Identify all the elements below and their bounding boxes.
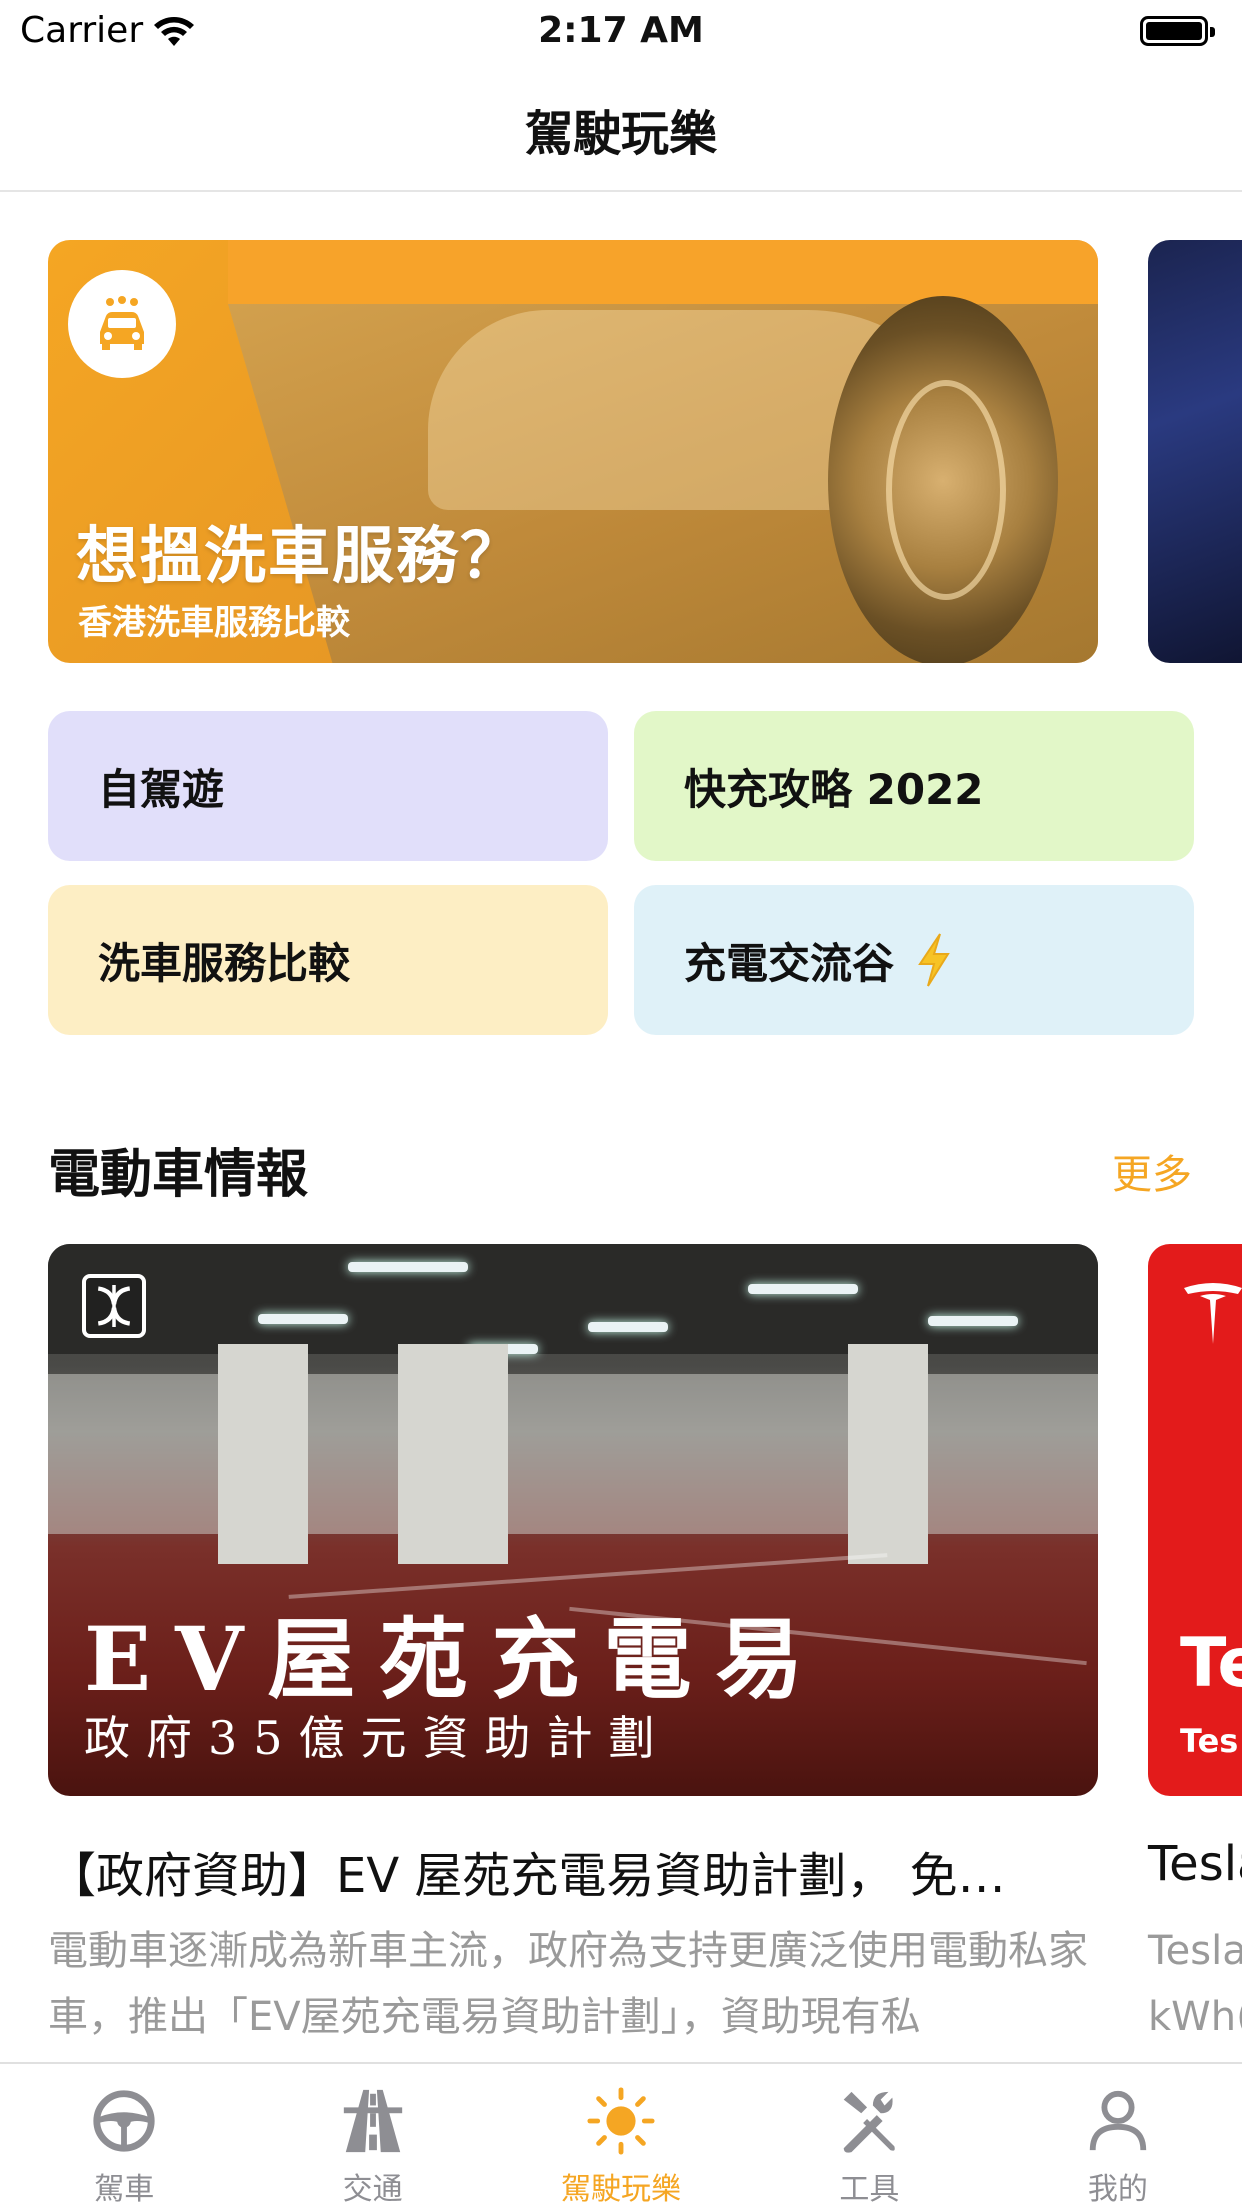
- peek-excerpt-line: Tesla: [1148, 1928, 1242, 1974]
- peek-article-excerpt: Tesla kWh(: [1148, 1918, 1242, 2050]
- carpark-pillar: [848, 1344, 928, 1564]
- section-title-ev-news: 電動車情報: [48, 1145, 309, 1205]
- ceiling-light: [348, 1262, 468, 1272]
- news-image-headline: EV屋苑充電易: [84, 1607, 828, 1711]
- tab-label: 駕駛玩樂: [561, 2172, 682, 2207]
- banner-car-wash[interactable]: 想搵洗車服務？ 香港洗車服務比較: [48, 240, 1098, 663]
- steering-wheel-icon: [93, 2090, 155, 2152]
- carpark-ceiling: [48, 1244, 1098, 1354]
- news-card-image[interactable]: EV屋苑充電易 政府35億元資助計劃: [48, 1244, 1098, 1796]
- government-logo-icon: [82, 1274, 146, 1338]
- navigation-bar: 駕駛玩樂: [0, 64, 1242, 192]
- person-icon: [1089, 2090, 1147, 2151]
- banner-top-strip: [228, 240, 1098, 304]
- banner-headline: 想搵洗車服務？: [76, 519, 525, 592]
- article-excerpt: 電動車逐漸成為新車主流，政府為支持更廣泛使用電動私家車，推出「EV屋苑充電易資助…: [48, 1928, 1088, 2040]
- banner-next-peek[interactable]: [1148, 240, 1242, 663]
- quick-link-fast-charging[interactable]: 快充攻略 2022: [634, 711, 1194, 861]
- ceiling-light: [588, 1322, 668, 1332]
- lightning-icon: [918, 933, 950, 987]
- more-link[interactable]: 更多: [1112, 1142, 1192, 1200]
- status-bar: Carrier 2:17 AM: [0, 0, 1242, 64]
- page-title: 駕駛玩樂: [524, 106, 717, 162]
- news-peek-subline: Tes: [1180, 1722, 1239, 1760]
- tools-icon: [844, 2091, 896, 2153]
- carpark-pillar: [398, 1344, 508, 1564]
- tab-leisure[interactable]: 駕駛玩樂: [497, 2064, 745, 2208]
- tab-traffic[interactable]: 交通: [248, 2064, 496, 2208]
- ceiling-light: [928, 1316, 1018, 1326]
- quick-link-label: 充電交流谷: [684, 938, 895, 988]
- quick-link-car-wash[interactable]: 洗車服務比較: [48, 885, 608, 1035]
- tab-label: 交通: [342, 2172, 403, 2207]
- article-title[interactable]: 【政府資助】EV 屋苑充電易資助計劃， 免…: [48, 1836, 1098, 1906]
- car-wash-badge: [68, 270, 176, 378]
- tab-drive[interactable]: 駕車: [0, 2064, 248, 2208]
- peek-article-title[interactable]: Tesla: [1148, 1836, 1242, 1892]
- tab-profile[interactable]: 我的: [994, 2064, 1242, 2208]
- tab-bar: 駕車 交通 駕駛玩樂 工具 我的: [0, 2062, 1242, 2208]
- peek-excerpt-line: kWh(: [1148, 1994, 1242, 2040]
- tab-label: 我的: [1087, 2172, 1148, 2207]
- banner-subline: 香港洗車服務比較: [78, 603, 350, 643]
- battery-icon: [1140, 16, 1215, 46]
- clock: 2:17 AM: [538, 10, 704, 51]
- news-card-next-peek[interactable]: Te Tes: [1148, 1244, 1242, 1796]
- news-peek-headline: Te: [1180, 1624, 1242, 1703]
- carpark-pillar: [218, 1344, 308, 1564]
- sun-icon: [587, 2087, 655, 2155]
- tab-tools[interactable]: 工具: [745, 2064, 993, 2208]
- ceiling-light: [258, 1314, 348, 1324]
- road-icon: [343, 2089, 402, 2153]
- car-wash-icon: [100, 296, 144, 350]
- car-wheel-rim: [886, 380, 1006, 600]
- news-image-subline: 政府35億元資助計劃: [84, 1711, 671, 1765]
- quick-link-road-trip[interactable]: 自駕遊: [48, 711, 608, 861]
- tab-label: 工具: [839, 2172, 900, 2207]
- carpark-wall: [48, 1374, 1098, 1534]
- quick-link-charging-forum[interactable]: 充電交流谷: [634, 885, 1194, 1035]
- ceiling-light: [748, 1284, 858, 1294]
- tab-label: 駕車: [94, 2172, 155, 2207]
- tesla-logo-icon: [1184, 1283, 1242, 1344]
